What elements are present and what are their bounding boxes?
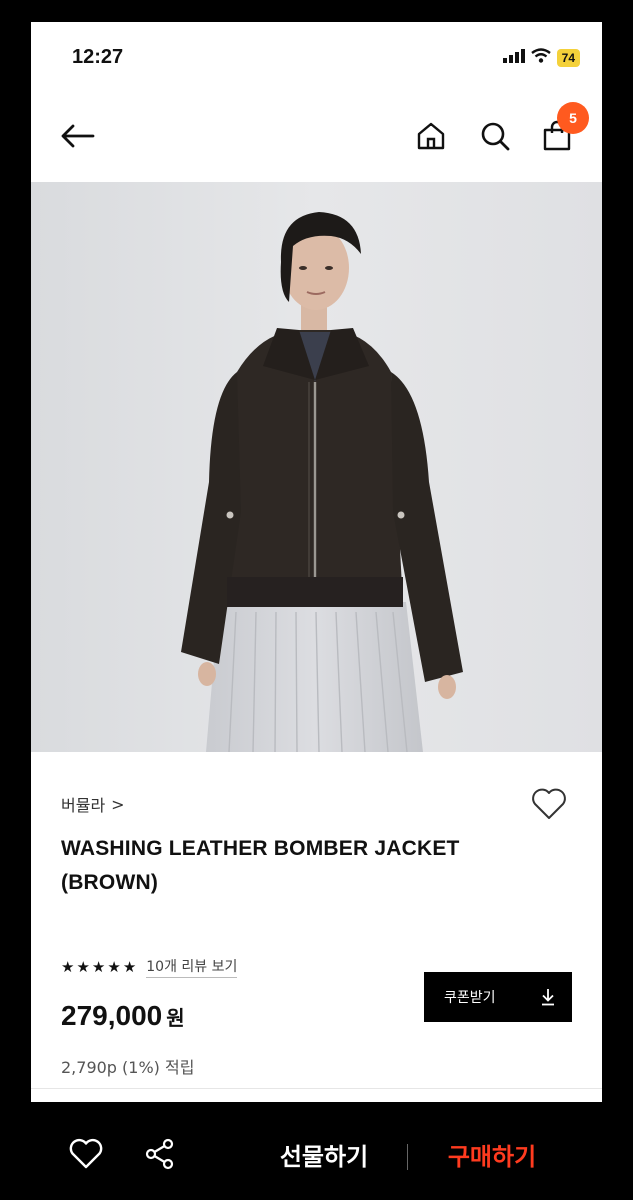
star-rating: ★ ★ ★ ★ ★: [61, 957, 137, 976]
wishlist-button[interactable]: [527, 784, 571, 824]
home-icon: [417, 122, 445, 150]
bottom-action-bar: 선물하기 구매하기: [0, 1102, 633, 1200]
separator: [407, 1144, 408, 1170]
cart-count-badge: 5: [557, 102, 589, 134]
download-icon: [542, 989, 554, 1006]
home-button[interactable]: [411, 116, 451, 156]
product-image[interactable]: [31, 182, 602, 752]
price: 279,000: [61, 1000, 163, 1031]
star-icon: ★: [91, 957, 106, 976]
brand-name: 버뮬라: [61, 796, 106, 815]
chevron-right-icon: >: [111, 794, 125, 814]
coupon-button[interactable]: 쿠폰받기: [424, 972, 572, 1022]
star-icon: ★: [61, 957, 75, 976]
buy-button[interactable]: 구매하기: [430, 1132, 554, 1176]
star-icon: ★: [107, 957, 121, 976]
currency: 원: [166, 1006, 185, 1030]
divider: [31, 1088, 602, 1089]
signal-icon: [502, 48, 525, 67]
heart-icon: [69, 1138, 103, 1169]
status-icons: 74: [502, 48, 580, 67]
star-icon: ★: [76, 957, 90, 976]
review-link[interactable]: 10개 리뷰 보기: [146, 956, 238, 978]
gift-button[interactable]: 선물하기: [262, 1132, 386, 1176]
share-button[interactable]: [138, 1134, 182, 1174]
status-time: 12:27: [72, 46, 124, 68]
search-icon: [481, 122, 510, 151]
back-button[interactable]: [55, 116, 99, 156]
share-icon: [145, 1138, 174, 1170]
model-photo: [31, 182, 602, 752]
search-button[interactable]: [475, 116, 515, 156]
rating-row: ★ ★ ★ ★ ★ 10개 리뷰 보기: [61, 956, 238, 978]
brand-link[interactable]: 버뮬라 >: [61, 792, 125, 816]
status-bar: 12:27 74: [31, 22, 602, 92]
points-text: 2,790p (1%) 적립: [61, 1058, 195, 1077]
phone-screen: 12:27 74 5 버뮬라 > WASHING LEATHER BOMBER …: [31, 22, 602, 1102]
price-row: 279,000 원: [61, 1000, 185, 1032]
heart-icon: [532, 788, 566, 819]
product-title: WASHING LEATHER BOMBER JACKET (BROWN): [61, 837, 460, 894]
bottom-wishlist-button[interactable]: [64, 1134, 108, 1174]
coupon-label: 쿠폰받기: [444, 990, 496, 1006]
back-arrow-icon: [61, 124, 95, 148]
top-nav-bar: 5: [31, 100, 602, 170]
wifi-icon: [530, 48, 551, 67]
star-icon: ★: [122, 957, 137, 976]
battery-icon: 74: [556, 48, 580, 67]
